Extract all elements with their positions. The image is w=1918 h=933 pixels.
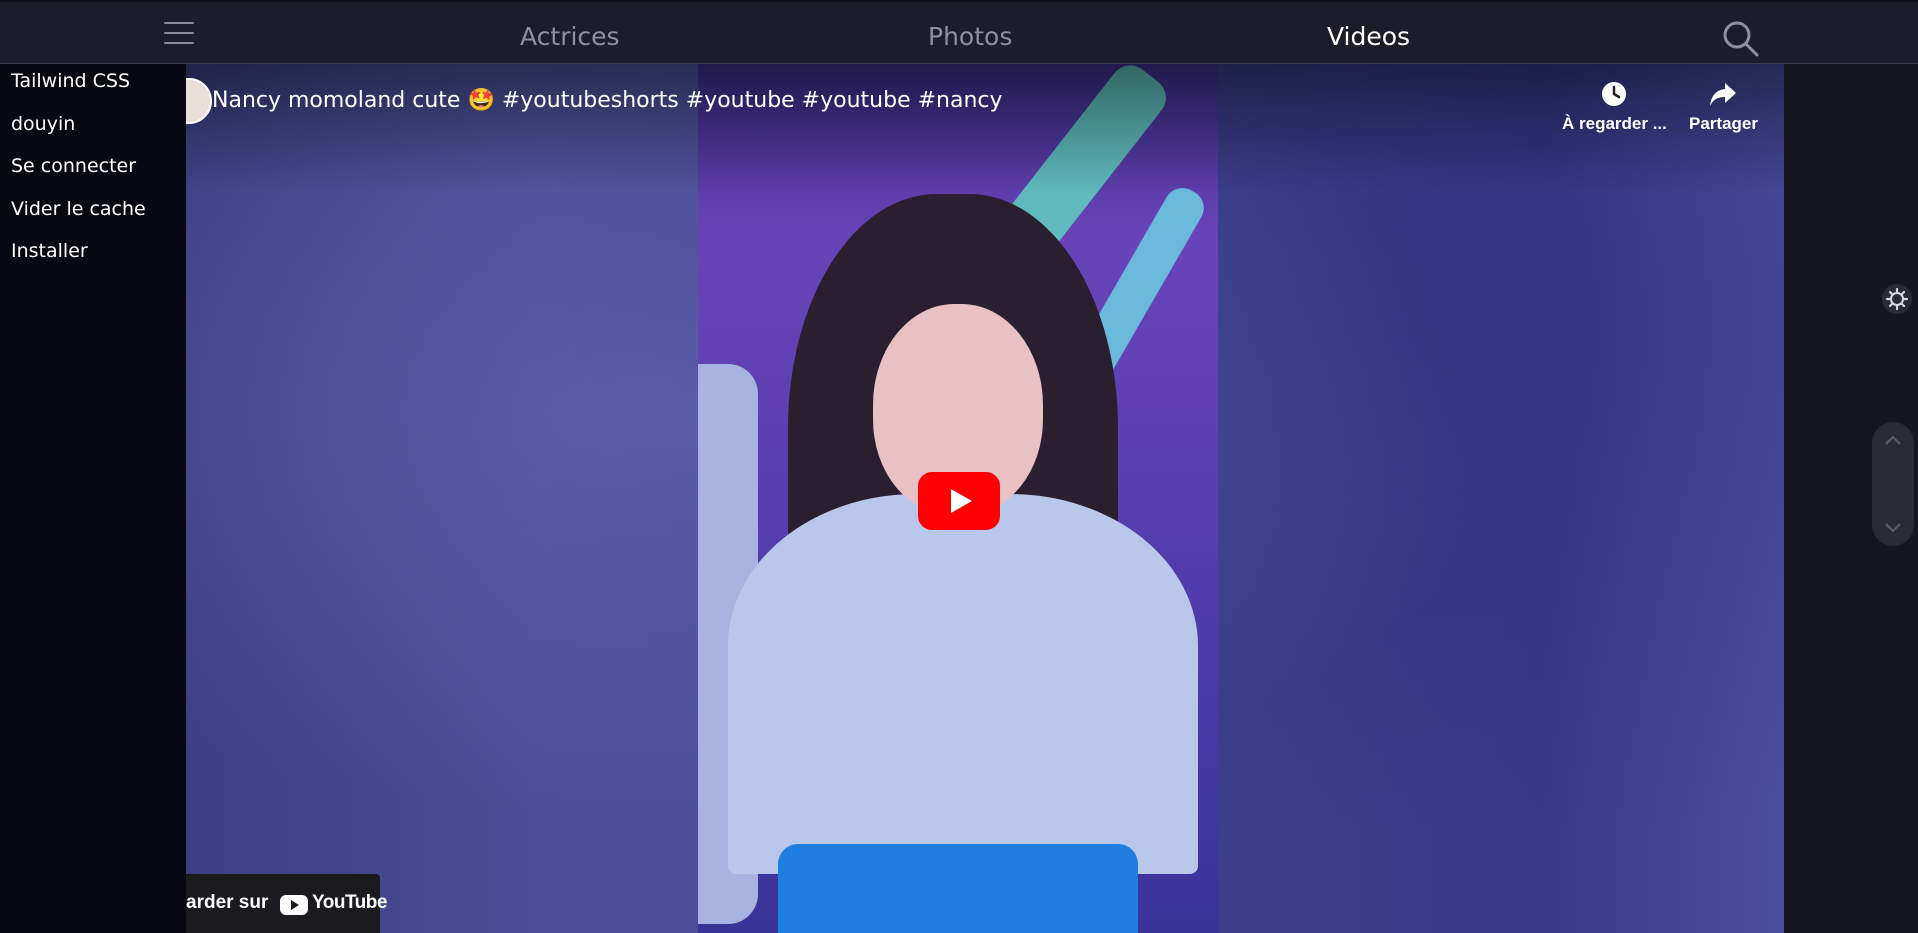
search-icon[interactable] bbox=[1720, 18, 1760, 58]
share-button[interactable]: Partager bbox=[1689, 80, 1758, 134]
gear-icon[interactable] bbox=[1882, 284, 1912, 314]
play-icon[interactable] bbox=[918, 472, 1000, 530]
top-navigation-bar: Actrices Photos Videos bbox=[0, 0, 1918, 64]
video-player[interactable]: Nancy momoland cute 🤩 #youtubeshorts #yo… bbox=[186, 64, 1784, 933]
sidebar-item-vider-le-cache[interactable]: Vider le cache bbox=[0, 192, 186, 235]
nav-link-actrices[interactable]: Actrices bbox=[520, 22, 620, 51]
watch-later-label: À regarder ... bbox=[1562, 114, 1667, 133]
sidebar-item-se-connecter[interactable]: Se connecter bbox=[0, 149, 186, 192]
youtube-wordmark: YouTube bbox=[312, 892, 387, 913]
menu-icon[interactable] bbox=[164, 22, 194, 48]
watch-on-youtube-button[interactable]: arder sur YouTube bbox=[186, 874, 387, 933]
youtube-logo-icon bbox=[280, 895, 308, 915]
watch-on-label: arder sur bbox=[186, 892, 269, 913]
scroll-control bbox=[1872, 422, 1914, 546]
side-menu: Tailwind CSS douyin Se connecter Vider l… bbox=[0, 64, 186, 933]
share-icon bbox=[1710, 83, 1737, 106]
nav-link-photos[interactable]: Photos bbox=[928, 22, 1012, 51]
nav-link-videos[interactable]: Videos bbox=[1327, 22, 1410, 51]
chevron-up-icon[interactable] bbox=[1884, 432, 1902, 450]
sidebar-item-tailwind-css[interactable]: Tailwind CSS bbox=[0, 64, 186, 107]
chevron-down-icon[interactable] bbox=[1884, 518, 1902, 536]
clock-icon bbox=[1602, 82, 1627, 106]
sidebar-item-installer[interactable]: Installer bbox=[0, 234, 186, 277]
sidebar-item-douyin[interactable]: douyin bbox=[0, 107, 186, 150]
watch-later-button[interactable]: À regarder ... bbox=[1562, 80, 1667, 134]
video-title[interactable]: Nancy momoland cute 🤩 #youtubeshorts #yo… bbox=[212, 88, 1003, 113]
share-label: Partager bbox=[1689, 114, 1758, 133]
